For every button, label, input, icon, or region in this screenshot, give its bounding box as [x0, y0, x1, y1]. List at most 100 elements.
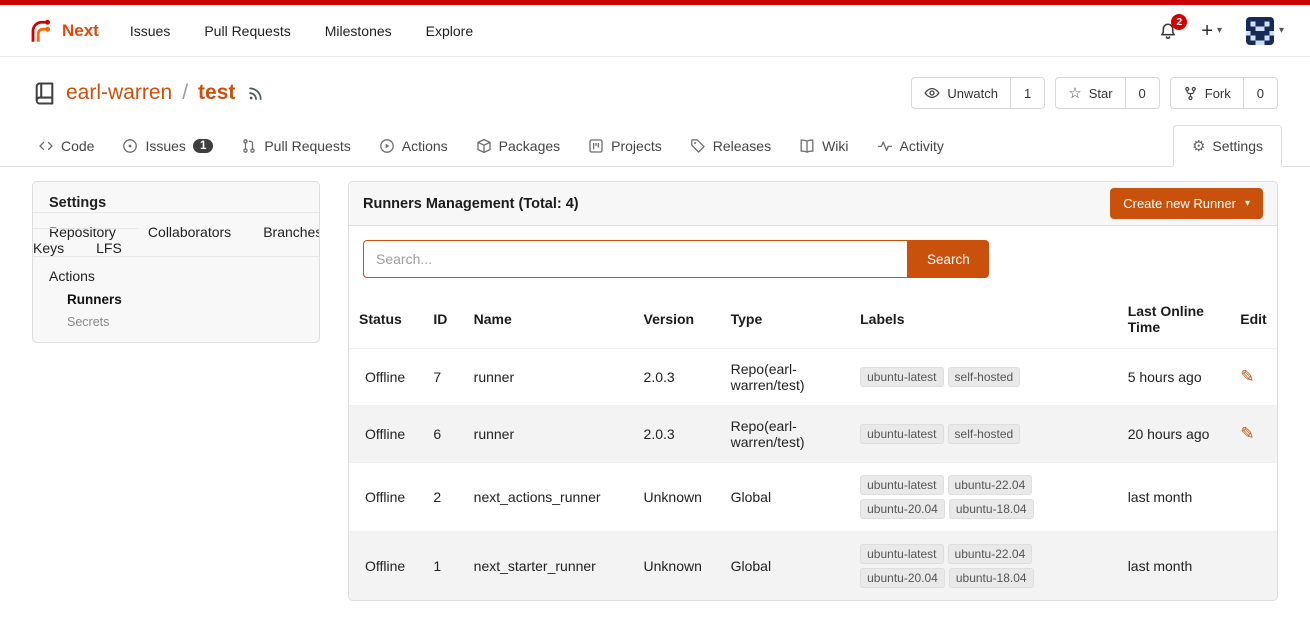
home-link[interactable]: Next — [26, 17, 99, 45]
runner-labels: ubuntu-latestself-hosted — [860, 424, 1060, 444]
runner-labels: ubuntu-latestubuntu-22.04ubuntu-20.04ubu… — [860, 544, 1060, 588]
star-button[interactable]: ☆ Star — [1056, 78, 1124, 108]
runner-edit-cell — [1230, 463, 1277, 532]
fork-button[interactable]: Fork — [1171, 78, 1243, 108]
edit-runner-button[interactable]: ✎ — [1240, 424, 1254, 443]
star-icon: ☆ — [1068, 86, 1081, 101]
create-runner-button[interactable]: Create new Runner ▾ — [1110, 188, 1263, 219]
user-menu-button[interactable]: ▾ — [1246, 17, 1284, 45]
fork-button-group: Fork 0 — [1170, 77, 1278, 109]
page-title: Runners Management (Total: 4) — [363, 196, 579, 212]
sidebar-sub-label: Secrets — [67, 315, 109, 329]
repo-actions: Unwatch 1 ☆ Star 0 Fork 0 — [911, 77, 1278, 109]
runner-name-cell: next_starter_runner — [464, 532, 634, 601]
chevron-down-icon: ▾ — [1217, 26, 1222, 36]
header-row: StatusIDNameVersionTypeLabelsLast Online… — [349, 290, 1277, 349]
runner-labels-cell: ubuntu-latestself-hosted — [850, 406, 1118, 463]
column-header: Name — [464, 290, 634, 349]
star-count[interactable]: 0 — [1125, 78, 1159, 108]
search-button[interactable]: Search — [908, 240, 989, 278]
edit-runner-button[interactable]: ✎ — [1240, 367, 1254, 386]
sidebar-item[interactable]: LFS — [80, 228, 138, 267]
tab-label: Code — [61, 138, 94, 154]
sidebar-item-secrets[interactable]: Secrets — [49, 307, 303, 329]
runner-label-badge: ubuntu-18.04 — [949, 568, 1034, 588]
sidebar-items: RepositoryCollaboratorsBranchesTagsWebho… — [33, 224, 319, 256]
runner-id-cell: 7 — [423, 349, 463, 406]
tab-code[interactable]: Code — [28, 126, 104, 166]
avatar — [1246, 17, 1274, 45]
tab-label: Actions — [402, 138, 448, 154]
search-bar: Search — [349, 226, 1277, 290]
repo-name-link[interactable]: test — [198, 81, 235, 105]
package-icon — [476, 138, 492, 154]
navbar-left: Next IssuesPull RequestsMilestonesExplor… — [26, 17, 490, 45]
runner-status-cell: Offline — [349, 349, 423, 406]
tab-actions[interactable]: Actions — [369, 126, 458, 166]
runners-panel: Runners Management (Total: 4) Create new… — [348, 181, 1278, 601]
search-input[interactable] — [363, 240, 908, 278]
rss-feed-icon[interactable] — [248, 85, 264, 101]
runner-label-badge: self-hosted — [948, 367, 1021, 387]
runner-edit-cell: ✎ — [1230, 349, 1277, 406]
gear-icon: ⚙ — [1192, 139, 1205, 154]
sidebar-item[interactable]: Collaborators — [132, 212, 247, 251]
repo-header: earl-warren / test Unwatch 1 — [0, 57, 1310, 121]
tab-packages[interactable]: Packages — [466, 126, 570, 166]
table-row: Offline 2 next_actions_runner Unknown Gl… — [349, 463, 1277, 532]
sidebar-item-runners[interactable]: Runners — [49, 284, 303, 307]
runner-label-badge: ubuntu-20.04 — [860, 499, 945, 519]
watch-count[interactable]: 1 — [1010, 78, 1044, 108]
forgejo-logo-icon — [26, 17, 54, 45]
tag-icon — [690, 138, 706, 154]
runner-label-badge: ubuntu-20.04 — [860, 568, 945, 588]
fork-count[interactable]: 0 — [1243, 78, 1277, 108]
notification-badge: 2 — [1171, 14, 1187, 30]
runner-id-cell: 2 — [423, 463, 463, 532]
book-icon — [799, 138, 815, 154]
runners-panel-header: Runners Management (Total: 4) Create new… — [349, 182, 1277, 226]
code-icon — [38, 138, 54, 154]
runner-status-cell: Offline — [349, 532, 423, 601]
runner-name-cell: runner — [464, 349, 634, 406]
nav-link[interactable]: Milestones — [308, 23, 409, 39]
tab-projects[interactable]: Projects — [578, 126, 672, 166]
runner-last-online-cell: 20 hours ago — [1118, 406, 1231, 463]
tab-releases[interactable]: Releases — [680, 126, 781, 166]
sidebar-item[interactable]: Branches — [247, 212, 320, 251]
runner-name-cell: runner — [464, 406, 634, 463]
runner-version-cell: Unknown — [634, 463, 721, 532]
tab-settings[interactable]: ⚙ Settings — [1173, 125, 1282, 167]
runner-labels: ubuntu-latestubuntu-22.04ubuntu-20.04ubu… — [860, 475, 1060, 519]
column-header: Version — [634, 290, 721, 349]
brand-name: Next — [62, 21, 99, 41]
tab-activity[interactable]: Activity — [867, 126, 954, 166]
repo-owner-link[interactable]: earl-warren — [66, 81, 172, 105]
unwatch-button[interactable]: Unwatch — [912, 78, 1010, 108]
tab-issues[interactable]: Issues 1 — [112, 126, 223, 166]
runners-table-body: Offline 7 runner 2.0.3 Repo(earl-warren/… — [349, 349, 1277, 601]
nav-link[interactable]: Pull Requests — [187, 23, 307, 39]
tab-wiki[interactable]: Wiki — [789, 126, 858, 166]
runner-label-badge: ubuntu-latest — [860, 424, 943, 444]
nav-link[interactable]: Issues — [113, 23, 187, 39]
watch-button-group: Unwatch 1 — [911, 77, 1045, 109]
tab-pull-requests[interactable]: Pull Requests — [231, 126, 360, 166]
fork-label: Fork — [1205, 86, 1231, 101]
tab-label: Wiki — [822, 138, 848, 154]
tab-label: Activity — [900, 138, 944, 154]
column-header: ID — [423, 290, 463, 349]
create-menu-button[interactable]: + ▾ — [1201, 21, 1222, 41]
plus-icon: + — [1201, 21, 1213, 41]
chevron-down-icon: ▾ — [1279, 26, 1284, 36]
runner-status-cell: Offline — [349, 406, 423, 463]
sidebar-item-actions[interactable]: Actions — [49, 268, 95, 284]
notifications-button[interactable]: 2 — [1159, 22, 1177, 40]
table-row: Offline 7 runner 2.0.3 Repo(earl-warren/… — [349, 349, 1277, 406]
runner-version-cell: 2.0.3 — [634, 406, 721, 463]
issue-icon — [122, 138, 138, 154]
create-runner-label: Create new Runner — [1123, 196, 1236, 211]
repo-tabs: Code Issues 1 Pull Requests Actions Pack… — [0, 121, 1310, 167]
nav-link[interactable]: Explore — [409, 23, 490, 39]
runner-name-cell: next_actions_runner — [464, 463, 634, 532]
